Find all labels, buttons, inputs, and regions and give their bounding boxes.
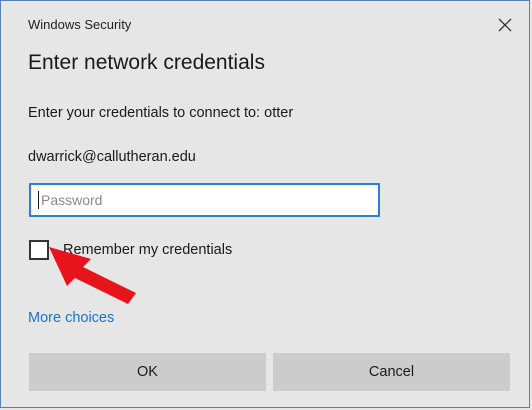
more-choices-link[interactable]: More choices: [28, 310, 114, 326]
connect-target-text: Enter your credentials to connect to: ot…: [28, 105, 294, 121]
close-icon: [498, 18, 512, 32]
dialog-heading: Enter network credentials: [28, 51, 265, 74]
password-field[interactable]: [29, 183, 380, 217]
text-caret: [38, 191, 39, 209]
window-title: Windows Security: [28, 17, 132, 32]
username-text: dwarrick@callutheran.edu: [28, 149, 196, 165]
ok-button[interactable]: OK: [29, 353, 266, 391]
remember-credentials-row: Remember my credentials: [29, 239, 232, 261]
credentials-dialog: Windows Security Enter network credentia…: [0, 0, 530, 408]
cancel-button[interactable]: Cancel: [273, 353, 510, 391]
title-bar: Windows Security: [1, 1, 529, 35]
close-button[interactable]: [491, 11, 519, 39]
remember-credentials-label[interactable]: Remember my credentials: [63, 242, 232, 258]
remember-credentials-checkbox[interactable]: [29, 240, 49, 260]
